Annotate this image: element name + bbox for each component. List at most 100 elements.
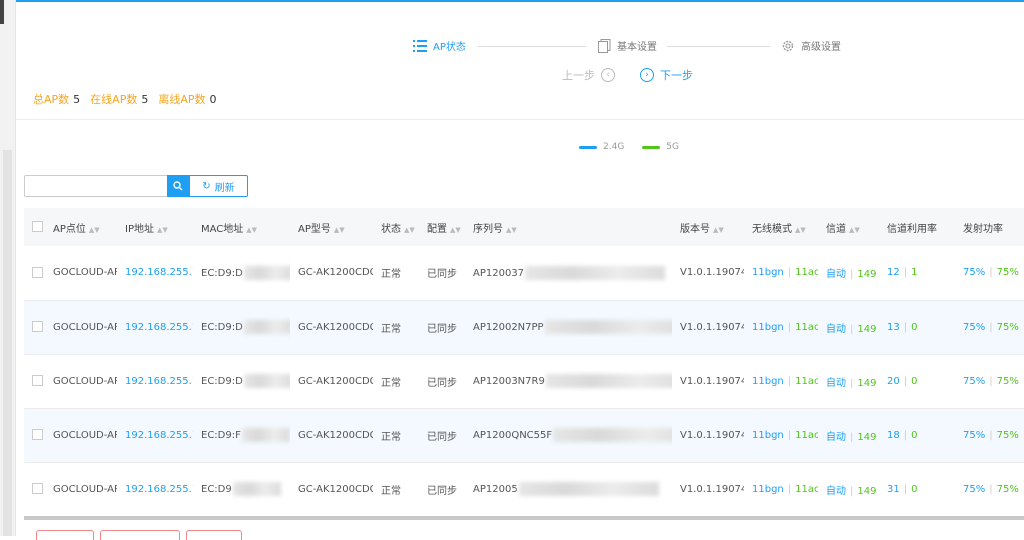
cell-model: GC-AK1200CDG xyxy=(290,300,373,355)
bottom-button[interactable] xyxy=(100,530,180,540)
table-row[interactable]: GOCLOUD-AP 192.168.255.1 EC:D9:D GC-AK1200C… xyxy=(24,246,1024,301)
cell-mode: 11bgn | 11ac xyxy=(744,462,818,517)
bottom-button[interactable] xyxy=(186,530,242,540)
offline-ap-label: 离线AP数 xyxy=(158,93,206,106)
copy-icon xyxy=(598,38,611,53)
col-serial[interactable]: 序列号 ▲▼ xyxy=(465,208,672,246)
value-2g: 11bgn xyxy=(752,429,784,441)
cell-mac: EC:D9:F xyxy=(193,408,290,463)
table-row[interactable]: GOCLOUD-AP 192.168.255.1 EC:D9:D GC-AK1200C… xyxy=(24,300,1024,355)
col-label: 无线模式 xyxy=(752,223,792,235)
col-wireless-mode[interactable]: 无线模式 ▲▼ xyxy=(744,208,818,246)
cell-pow: 75% | 75% xyxy=(955,300,1024,355)
col-version[interactable]: 版本号 ▲▼ xyxy=(672,208,744,246)
search-input[interactable] xyxy=(24,175,167,197)
value-2g: 自动 xyxy=(826,485,846,497)
cell-config: 已同步 xyxy=(419,408,465,463)
total-ap-label: 总AP数 xyxy=(33,93,70,106)
sort-icon: ▲▼ xyxy=(450,225,461,234)
separator: | xyxy=(787,321,792,333)
cell-util: 13 | 0 xyxy=(879,300,955,355)
row-checkbox[interactable] xyxy=(32,321,43,333)
row-checkbox[interactable] xyxy=(32,267,43,278)
step-ap-status[interactable]: AP状态 xyxy=(413,38,466,53)
online-ap-label: 在线AP数 xyxy=(90,93,138,106)
band-legend: 2.4G 5G xyxy=(579,142,679,152)
serial-text: AP12003N7R9 xyxy=(473,376,545,387)
col-model[interactable]: AP型号 ▲▼ xyxy=(290,208,373,246)
value-5g: 11ac xyxy=(795,321,818,333)
scrollbar[interactable] xyxy=(3,150,12,536)
table-row[interactable]: GOCLOUD-AP 192.168.255.1 EC:D9 GC-AK1200CDG… xyxy=(24,462,1024,517)
ip-link[interactable]: 192.168.255.1 xyxy=(125,484,193,495)
step-advanced-settings[interactable]: 高级设置 xyxy=(781,38,841,53)
col-label: 状态 xyxy=(381,223,401,235)
ip-link[interactable]: 192.168.255.1 xyxy=(125,267,193,278)
ip-link[interactable]: 192.168.255.1 xyxy=(125,430,193,441)
ip-link[interactable]: 192.168.255.1 xyxy=(125,376,193,387)
horizontal-scrollbar[interactable] xyxy=(24,516,1024,520)
select-all-checkbox[interactable] xyxy=(32,221,43,233)
col-tx-power[interactable]: 发射功率 xyxy=(955,208,1024,246)
refresh-button[interactable]: ↻ 刷新 xyxy=(189,175,248,197)
cell-name: GOCLOUD-AP xyxy=(45,246,117,301)
cell-serial: AP12002N7PP xyxy=(465,300,672,355)
value-5g: 11ac xyxy=(795,483,818,495)
cell-mode: 11bgn | 11ac xyxy=(744,408,818,463)
ip-link[interactable]: 192.168.255.1 xyxy=(125,322,193,333)
value-5g: 75% xyxy=(996,267,1019,279)
row-checkbox[interactable] xyxy=(32,375,43,387)
col-label: AP点位 xyxy=(53,223,86,235)
search-button[interactable] xyxy=(167,175,189,197)
col-channel[interactable]: 信道 ▲▼ xyxy=(818,208,879,246)
row-checkbox[interactable] xyxy=(32,429,43,441)
col-ip[interactable]: IP地址 ▲▼ xyxy=(117,208,193,246)
row-checkbox-cell xyxy=(24,462,45,517)
col-channel-util[interactable]: 信道利用率 xyxy=(879,208,955,246)
col-status[interactable]: 状态 ▲▼ xyxy=(373,208,419,246)
separator: | xyxy=(850,485,854,497)
redacted-mask xyxy=(525,265,666,280)
separator: | xyxy=(989,483,993,495)
step-basic-settings[interactable]: 基本设置 xyxy=(598,38,657,53)
cell-status: 正常 xyxy=(373,408,419,463)
mac-text: EC:D9:F xyxy=(201,430,241,441)
cell-status: 正常 xyxy=(373,300,419,355)
col-mac[interactable]: MAC地址 ▲▼ xyxy=(193,208,290,246)
header-checkbox-cell[interactable] xyxy=(24,208,45,246)
separator: | xyxy=(850,431,854,443)
cell-name: GOCLOUD-AP xyxy=(45,300,117,355)
table-row[interactable]: GOCLOUD-AP 192.168.255.1 EC:D9:D GC-AK1200C… xyxy=(24,354,1024,409)
separator: | xyxy=(787,267,792,279)
cell-ch: 自动 | 149 xyxy=(818,462,879,517)
col-config[interactable]: 配置 ▲▼ xyxy=(419,208,465,246)
next-step-button[interactable]: › 下一步 xyxy=(640,67,693,83)
ap-counts: 总AP数 5 在线AP数 5 离线AP数 0 xyxy=(33,91,217,107)
sort-icon: ▲▼ xyxy=(849,225,860,234)
value-5g: 11ac xyxy=(795,375,818,387)
next-step-label: 下一步 xyxy=(660,69,693,82)
cell-status: 正常 xyxy=(373,354,419,409)
row-checkbox-cell xyxy=(24,246,45,301)
table-header: AP点位 ▲▼ IP地址 ▲▼ MAC地址 ▲▼ AP型号 ▲▼ 状态 ▲▼ 配置 ▲▼ 序… xyxy=(24,208,1024,246)
row-checkbox[interactable] xyxy=(32,483,43,495)
prev-step-button[interactable]: 上一步 ‹ xyxy=(562,67,615,83)
value-5g: 75% xyxy=(996,375,1019,387)
value-2g: 18 xyxy=(887,429,900,441)
cell-ip: 192.168.255.1 xyxy=(117,300,193,355)
value-2g: 11bgn xyxy=(752,375,784,387)
cell-name: GOCLOUD-AP xyxy=(45,408,117,463)
cell-version: V1.0.1.19074 xyxy=(672,462,744,517)
table-row[interactable]: GOCLOUD-AP 192.168.255.1 EC:D9:F GC-AK1200C… xyxy=(24,408,1024,463)
value-2g: 75% xyxy=(963,483,986,495)
separator: | xyxy=(903,321,908,333)
bottom-button[interactable] xyxy=(36,530,94,540)
ap-table: AP点位 ▲▼ IP地址 ▲▼ MAC地址 ▲▼ AP型号 ▲▼ 状态 ▲▼ 配置 ▲▼ 序… xyxy=(24,208,1024,517)
separator: | xyxy=(850,377,854,389)
cell-version: V1.0.1.19074 xyxy=(672,354,744,409)
col-label: 序列号 xyxy=(473,223,503,235)
separator: | xyxy=(989,429,993,441)
cell-status: 正常 xyxy=(373,462,419,517)
col-ap-location[interactable]: AP点位 ▲▼ xyxy=(45,208,117,246)
value-2g: 11bgn xyxy=(752,321,784,333)
